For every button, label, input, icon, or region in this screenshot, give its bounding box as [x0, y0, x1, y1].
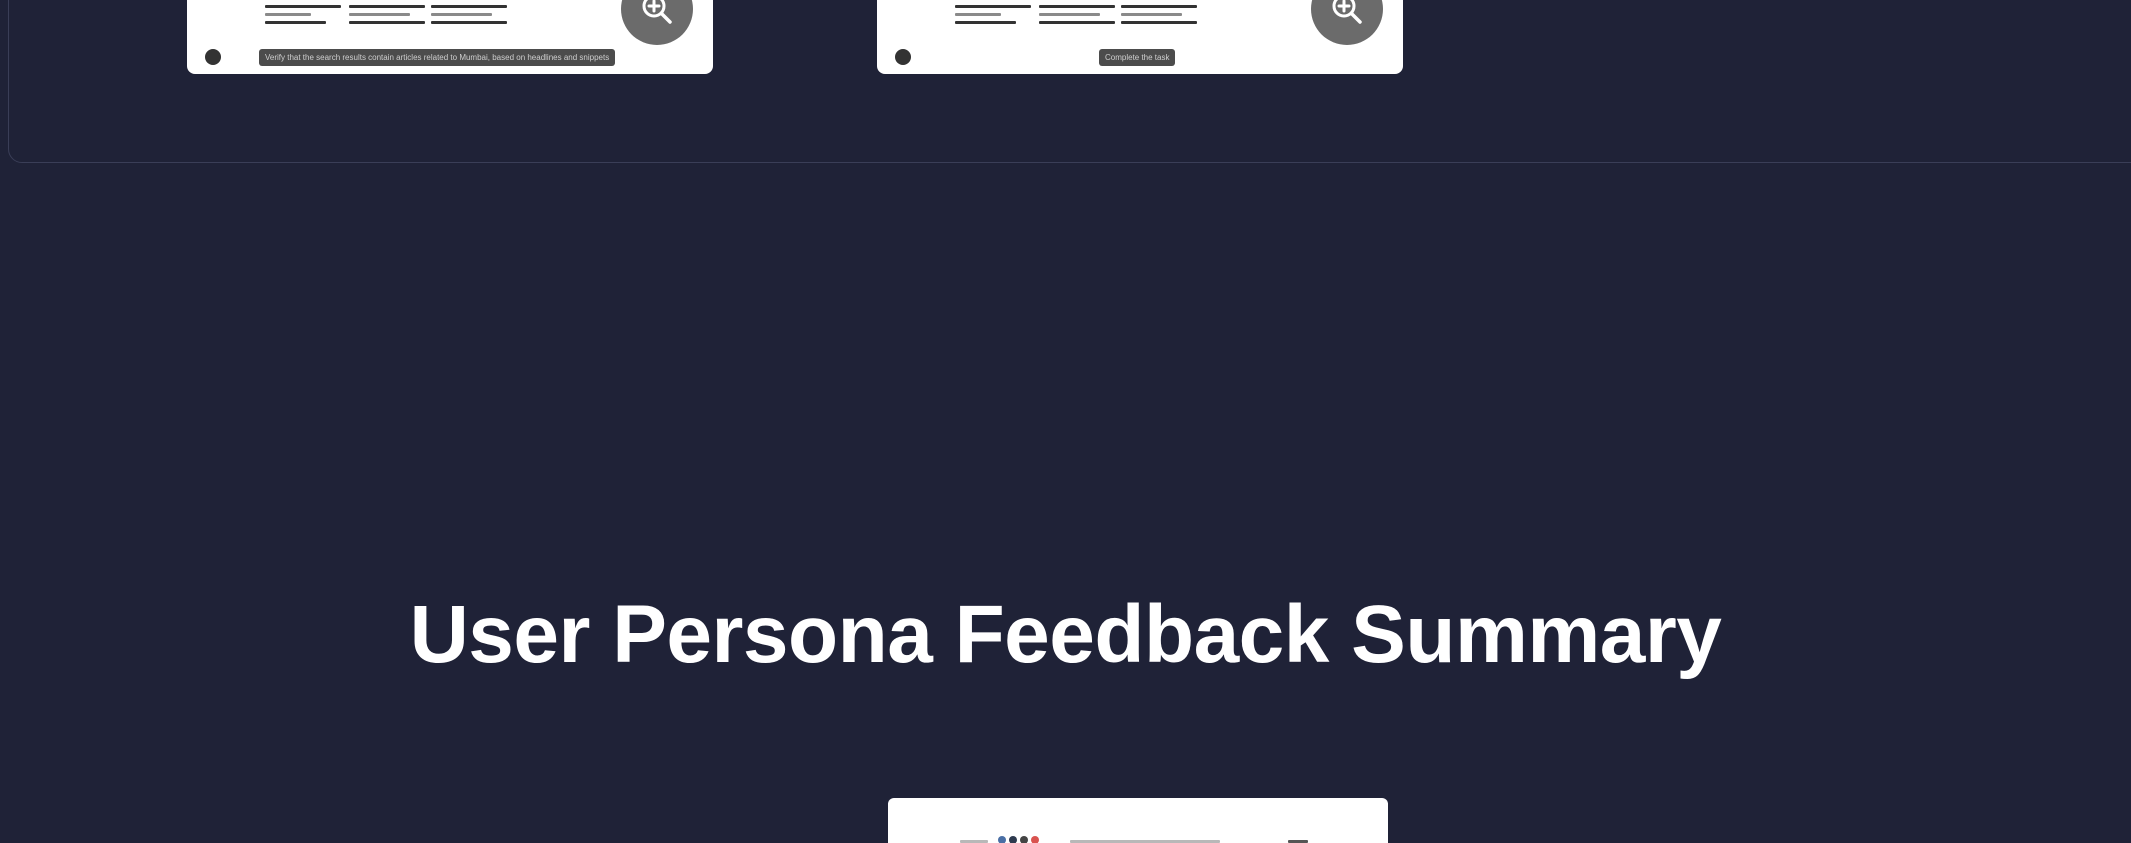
zoom-in-button[interactable] — [621, 0, 693, 45]
screenshot-panel: Verify that the search results contain a… — [8, 0, 2131, 163]
article-column — [431, 0, 507, 29]
article-column — [1121, 0, 1197, 29]
step-caption: Verify that the search results contain a… — [259, 49, 616, 66]
persona-feedback-card[interactable] — [888, 798, 1388, 843]
article-column — [955, 0, 1031, 29]
step-number-badge — [895, 49, 911, 65]
zoom-in-icon — [642, 0, 672, 24]
page: Verify that the search results contain a… — [0, 0, 2131, 843]
zoom-in-button[interactable] — [1311, 0, 1383, 45]
screenshot-thumbnail-left[interactable]: Verify that the search results contain a… — [187, 0, 713, 74]
article-column — [265, 0, 341, 29]
section-title: User Persona Feedback Summary — [409, 589, 1722, 680]
article-column — [349, 0, 425, 29]
zoom-in-icon — [1332, 0, 1362, 24]
article-column — [1039, 0, 1115, 29]
step-caption: Complete the task — [1099, 49, 1176, 66]
screenshot-thumbnail-right[interactable]: Complete the task — [877, 0, 1403, 74]
step-number-badge — [205, 49, 221, 65]
